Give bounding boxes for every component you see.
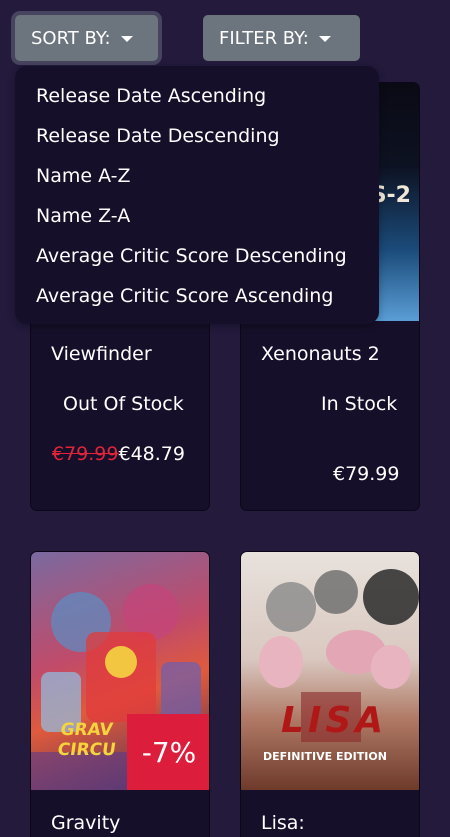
product-title: Xenonauts 2 (261, 343, 380, 365)
product-image: GRAV CIRCU -7% (31, 552, 209, 790)
image-logo-text: LISA (281, 700, 388, 741)
sort-option-release-date-ascending[interactable]: Release Date Ascending (15, 76, 379, 116)
original-price: €79.99 (52, 443, 119, 465)
product-card-lisa[interactable]: LISA DEFINITIVE EDITION Lisa: (240, 551, 420, 837)
product-image: LISA DEFINITIVE EDITION (241, 552, 419, 790)
stock-status: Out Of Stock (63, 393, 184, 415)
image-subtitle-text: DEFINITIVE EDITION (263, 750, 387, 763)
sort-option-critic-score-ascending[interactable]: Average Critic Score Ascending (15, 276, 379, 316)
product-price: €79.99€48.79 (52, 443, 185, 465)
sort-option-critic-score-descending[interactable]: Average Critic Score Descending (15, 236, 379, 276)
discount-badge: -7% (127, 714, 209, 790)
filter-by-button[interactable]: FILTER BY: (203, 15, 360, 61)
product-card-gravity[interactable]: GRAV CIRCU -7% Gravity (30, 551, 210, 837)
product-title: Gravity (51, 812, 121, 834)
sort-by-button[interactable]: SORT BY: (15, 15, 158, 61)
image-logo-text: GRAV CIRCU (56, 720, 118, 760)
sort-option-name-a-z[interactable]: Name A-Z (15, 156, 379, 196)
product-price: €79.99 (333, 463, 400, 485)
product-title: Lisa: (261, 812, 305, 834)
sort-by-label: SORT BY: (31, 27, 111, 49)
sale-price: €48.79 (118, 443, 185, 465)
filter-by-label: FILTER BY: (219, 27, 309, 49)
product-title: Viewfinder (51, 343, 152, 365)
stock-status: In Stock (321, 393, 398, 415)
sort-option-name-z-a[interactable]: Name Z-A (15, 196, 379, 236)
caret-down-icon (318, 36, 331, 42)
sort-dropdown-menu: Release Date Ascending Release Date Desc… (15, 66, 379, 324)
caret-down-icon (120, 36, 133, 42)
sort-option-release-date-descending[interactable]: Release Date Descending (15, 116, 379, 156)
